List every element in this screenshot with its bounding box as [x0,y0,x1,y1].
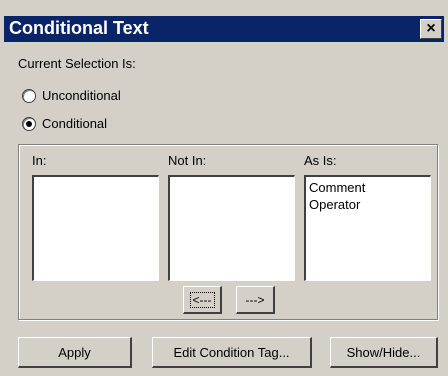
close-icon: × [426,20,436,37]
not-in-list-label: Not In: [168,153,207,168]
close-button[interactable]: × [420,19,442,39]
radio-button[interactable] [22,88,36,103]
as-is-listbox[interactable]: Comment Operator [304,175,431,281]
apply-button-label: Apply [58,344,91,360]
radio-unconditional-label: Unconditional [42,88,121,103]
not-in-listbox[interactable] [168,175,295,281]
in-list-label: In: [32,153,47,168]
edit-condition-tag-label: Edit Condition Tag... [173,344,290,360]
show-hide-button[interactable]: Show/Hide... [330,337,438,368]
window-title: Conditional Text [9,18,149,38]
title-bar: Conditional Text × [4,16,444,42]
move-right-label: ---> [245,292,265,307]
as-is-list-label: As Is: [304,153,337,168]
radio-button[interactable] [22,116,36,131]
move-right-button[interactable]: ---> [236,286,275,314]
show-hide-label: Show/Hide... [346,344,421,360]
radio-conditional-label: Conditional [42,116,108,131]
list-item[interactable]: Operator [309,196,427,213]
in-listbox[interactable] [32,175,159,281]
list-item[interactable]: Comment [309,179,427,196]
radio-unconditional[interactable]: Unconditional [22,88,121,103]
apply-button[interactable]: Apply [18,337,132,368]
current-selection-label: Current Selection Is: [18,56,136,71]
radio-conditional[interactable]: Conditional [22,116,107,131]
move-left-label: <--- [189,291,215,308]
edit-condition-tag-button[interactable]: Edit Condition Tag... [152,337,312,368]
move-left-button[interactable]: <--- [183,286,222,314]
